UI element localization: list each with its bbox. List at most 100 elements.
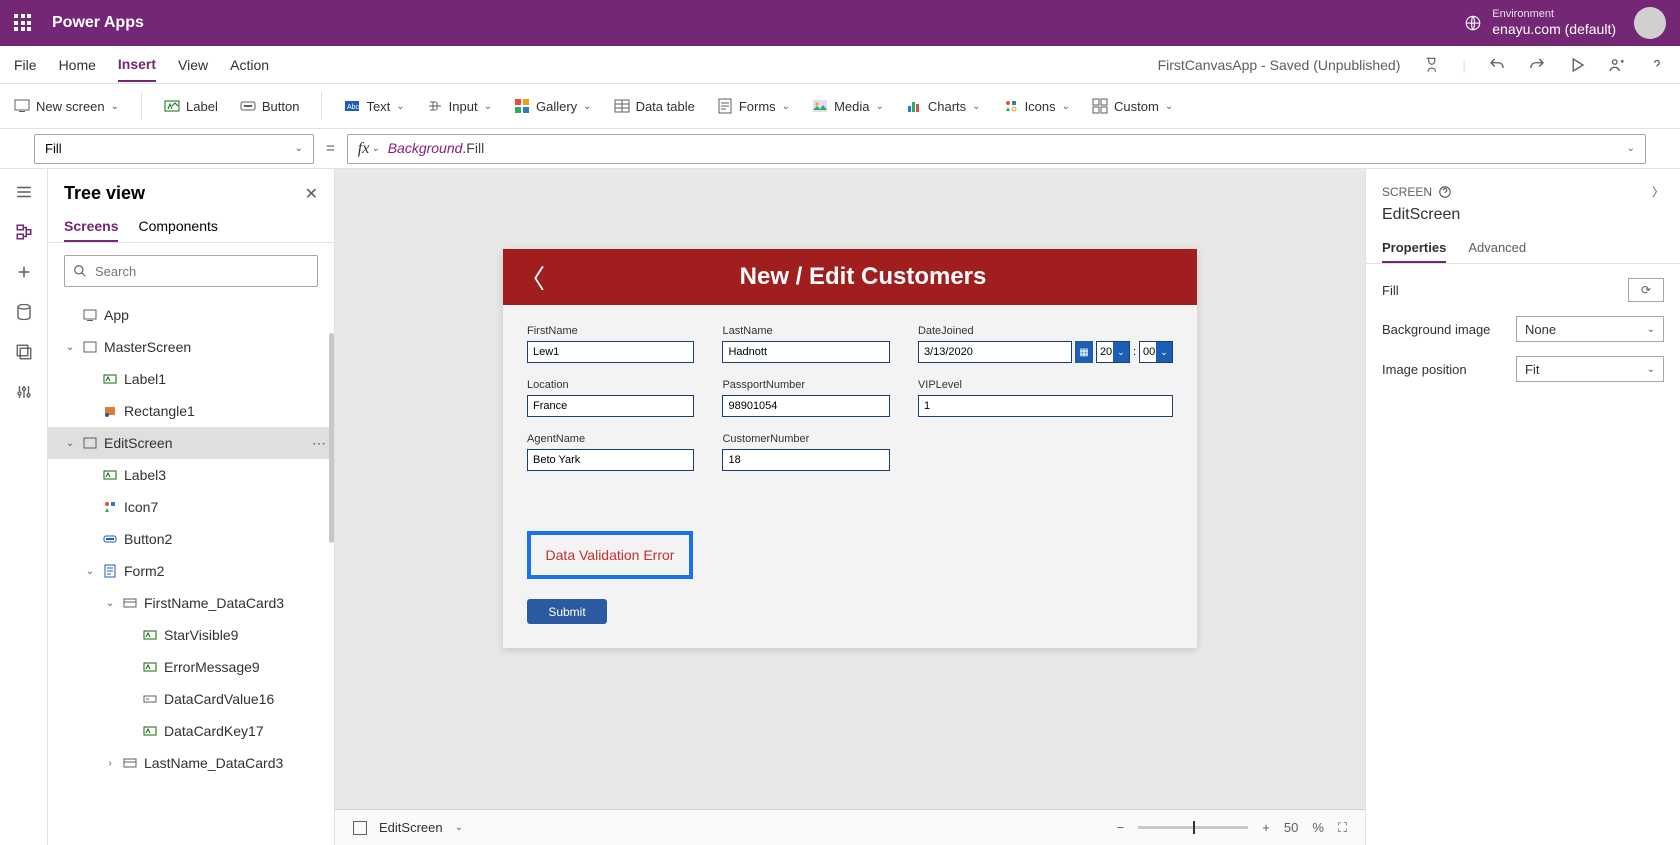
back-icon[interactable]: 〈	[519, 259, 545, 296]
tree-item[interactable]: ⌄Form2	[48, 555, 334, 587]
location-input[interactable]	[527, 395, 694, 417]
tree-item[interactable]: DataCardValue16	[48, 683, 334, 715]
firstname-input[interactable]	[527, 341, 694, 363]
tree-item[interactable]: StarVisible9	[48, 619, 334, 651]
bg-image-dropdown[interactable]: None⌄	[1516, 316, 1664, 342]
tree-item[interactable]: ⌄EditScreen⋯	[48, 427, 334, 459]
formula-input[interactable]: fx⌄ Background.Fill ⌄	[347, 134, 1646, 164]
media-button[interactable]: Media⌄	[812, 98, 884, 114]
tree-item[interactable]: App	[48, 299, 334, 331]
icons-button[interactable]: Icons⌄	[1003, 98, 1070, 114]
tree-item[interactable]: ⌄FirstName_DataCard3	[48, 587, 334, 619]
menu-view[interactable]: View	[178, 49, 208, 81]
menu-action[interactable]: Action	[230, 49, 269, 81]
app-checker-icon[interactable]	[1422, 56, 1440, 74]
tree-item[interactable]: Rectangle1	[48, 395, 334, 427]
tree-list: App⌄MasterScreenLabel1Rectangle1⌄EditScr…	[48, 299, 334, 845]
hamburger-icon[interactable]	[15, 183, 33, 201]
new-screen-button[interactable]: New screen⌄	[14, 98, 119, 114]
date-input[interactable]	[918, 341, 1072, 363]
env-name: enayu.com (default)	[1492, 21, 1616, 38]
environment-picker[interactable]: Environment enayu.com (default)	[1464, 8, 1616, 38]
tab-components[interactable]: Components	[138, 212, 217, 242]
globe-icon	[1464, 14, 1482, 32]
tab-screens[interactable]: Screens	[64, 212, 118, 242]
button-button[interactable]: Button	[240, 98, 300, 114]
tree-view-icon[interactable]	[15, 223, 33, 241]
custom-button[interactable]: Custom⌄	[1092, 98, 1173, 114]
vip-input[interactable]	[918, 395, 1173, 417]
avatar[interactable]	[1634, 7, 1666, 39]
zoom-out-icon[interactable]: −	[1117, 820, 1125, 835]
undo-icon[interactable]	[1488, 56, 1506, 74]
tree-item[interactable]: DataCardKey17	[48, 715, 334, 747]
waffle-icon[interactable]	[14, 14, 32, 32]
menu-home[interactable]: Home	[59, 49, 96, 81]
chevron-right-icon[interactable]: 〉	[1652, 183, 1664, 200]
pp-tab-properties[interactable]: Properties	[1382, 234, 1446, 263]
svg-text:Abc: Abc	[347, 104, 360, 111]
submit-button[interactable]: Submit	[527, 599, 607, 624]
search-icon	[73, 264, 87, 278]
tree-search[interactable]	[64, 255, 318, 287]
calendar-icon[interactable]: ▦	[1075, 341, 1093, 363]
tree-item[interactable]: Icon7	[48, 491, 334, 523]
redo-icon[interactable]	[1528, 56, 1546, 74]
tree-item[interactable]: ⌄MasterScreen	[48, 331, 334, 363]
form-icon	[717, 98, 733, 114]
label-button[interactable]: Label	[164, 98, 218, 114]
search-input[interactable]	[95, 264, 309, 279]
scrollbar-thumb[interactable]	[329, 333, 334, 543]
pp-bg-label: Background image	[1382, 322, 1490, 337]
help-icon[interactable]	[1648, 56, 1666, 74]
property-selector[interactable]: Fill⌄	[34, 134, 314, 164]
tree-item[interactable]: Button2	[48, 523, 334, 555]
tree-item[interactable]: Label3	[48, 459, 334, 491]
text-button[interactable]: AbcText⌄	[344, 98, 404, 114]
zoom-in-icon[interactable]: +	[1262, 820, 1270, 835]
button-icon	[240, 98, 256, 114]
gallery-icon	[514, 98, 530, 114]
custnum-input[interactable]	[722, 449, 889, 471]
share-icon[interactable]	[1608, 56, 1626, 74]
menu-file[interactable]: File	[14, 49, 37, 81]
data-icon[interactable]	[15, 303, 33, 321]
settings-rail-icon[interactable]	[15, 383, 33, 401]
select-checkbox[interactable]	[353, 821, 367, 835]
label-icon	[164, 98, 180, 114]
menu-insert[interactable]: Insert	[118, 48, 156, 82]
tree-item[interactable]: ErrorMessage9	[48, 651, 334, 683]
image-position-dropdown[interactable]: Fit⌄	[1516, 356, 1664, 382]
hour-dropdown[interactable]: 20⌄	[1096, 341, 1130, 363]
pp-section: SCREEN	[1382, 185, 1432, 199]
properties-panel: SCREEN 〉 EditScreen Properties Advanced …	[1365, 169, 1680, 845]
fill-swatch[interactable]: ⟳	[1628, 278, 1664, 302]
media-icon	[812, 98, 828, 114]
close-icon[interactable]: ✕	[305, 184, 318, 204]
minute-dropdown[interactable]: 00⌄	[1139, 341, 1173, 363]
datejoined-label: DateJoined	[918, 325, 1173, 337]
play-icon[interactable]	[1568, 56, 1586, 74]
footer-screen-name[interactable]: EditScreen	[379, 820, 443, 835]
app-title: FirstCanvasApp - Saved (Unpublished)	[1158, 57, 1401, 73]
media-rail-icon[interactable]	[15, 343, 33, 361]
datatable-button[interactable]: Data table	[614, 98, 695, 114]
fit-icon[interactable]: ⛶	[1338, 820, 1347, 836]
gallery-button[interactable]: Gallery⌄	[514, 98, 592, 114]
agent-label: AgentName	[527, 433, 694, 445]
error-label[interactable]: Data Validation Error	[527, 531, 693, 579]
charts-button[interactable]: Charts⌄	[906, 98, 981, 114]
tree-item[interactable]: ›LastName_DataCard3	[48, 747, 334, 779]
info-icon[interactable]	[1438, 185, 1452, 199]
add-icon[interactable]	[15, 263, 33, 281]
tree-item[interactable]: Label1	[48, 363, 334, 395]
equals-sign: =	[326, 140, 335, 157]
input-button[interactable]: Input⌄	[427, 98, 492, 114]
pp-tab-advanced[interactable]: Advanced	[1468, 234, 1526, 263]
canvas-title: New / Edit Customers	[545, 263, 1181, 291]
forms-button[interactable]: Forms⌄	[717, 98, 790, 114]
agent-input[interactable]	[527, 449, 694, 471]
zoom-slider[interactable]	[1138, 826, 1248, 829]
passport-input[interactable]	[722, 395, 889, 417]
lastname-input[interactable]	[722, 341, 889, 363]
